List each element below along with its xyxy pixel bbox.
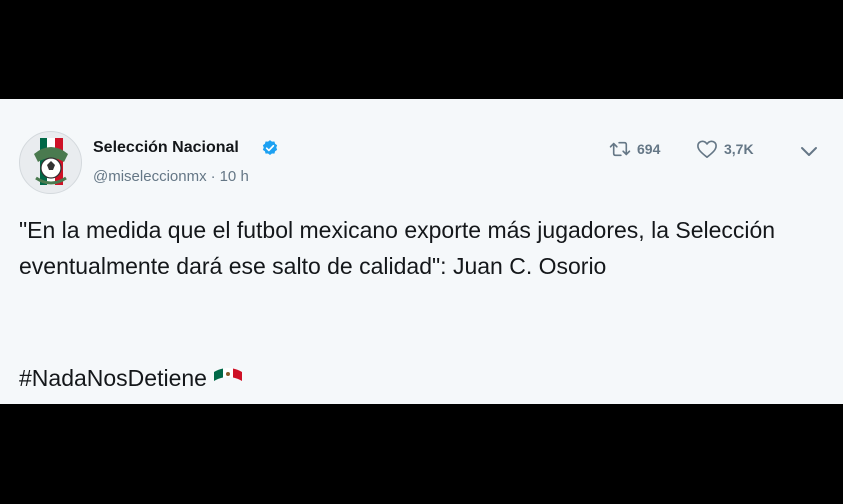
like-count: 3,7K <box>724 141 754 157</box>
like-button[interactable]: 3,7K <box>696 138 754 160</box>
meta-separator: · <box>210 168 216 185</box>
fmf-logo-icon <box>34 138 68 185</box>
heart-icon <box>697 140 717 158</box>
avatar[interactable] <box>19 131 82 194</box>
account-name[interactable]: Selección Nacional <box>93 139 239 157</box>
chevron-down-icon <box>801 147 817 156</box>
retweet-button[interactable]: 694 <box>609 138 660 160</box>
verified-badge-icon <box>262 140 278 155</box>
retweet-icon <box>609 141 631 157</box>
tweet-text: "En la medida que el futbol mexicano exp… <box>19 217 776 279</box>
hashtag-link[interactable]: #NadaNosDetiene <box>19 363 207 393</box>
mexico-flag-icon <box>213 368 242 381</box>
mexico-flag-emoji <box>213 363 243 393</box>
account-handle[interactable]: @miseleccionmx <box>93 168 207 185</box>
more-options-button[interactable] <box>799 140 825 162</box>
tweet-timestamp[interactable]: 10 h <box>220 168 249 185</box>
account-meta: @miseleccionmx · 10 h <box>93 168 249 185</box>
retweet-count: 694 <box>637 141 661 157</box>
tweet-hashtag-line: #NadaNosDetiene <box>19 363 243 393</box>
